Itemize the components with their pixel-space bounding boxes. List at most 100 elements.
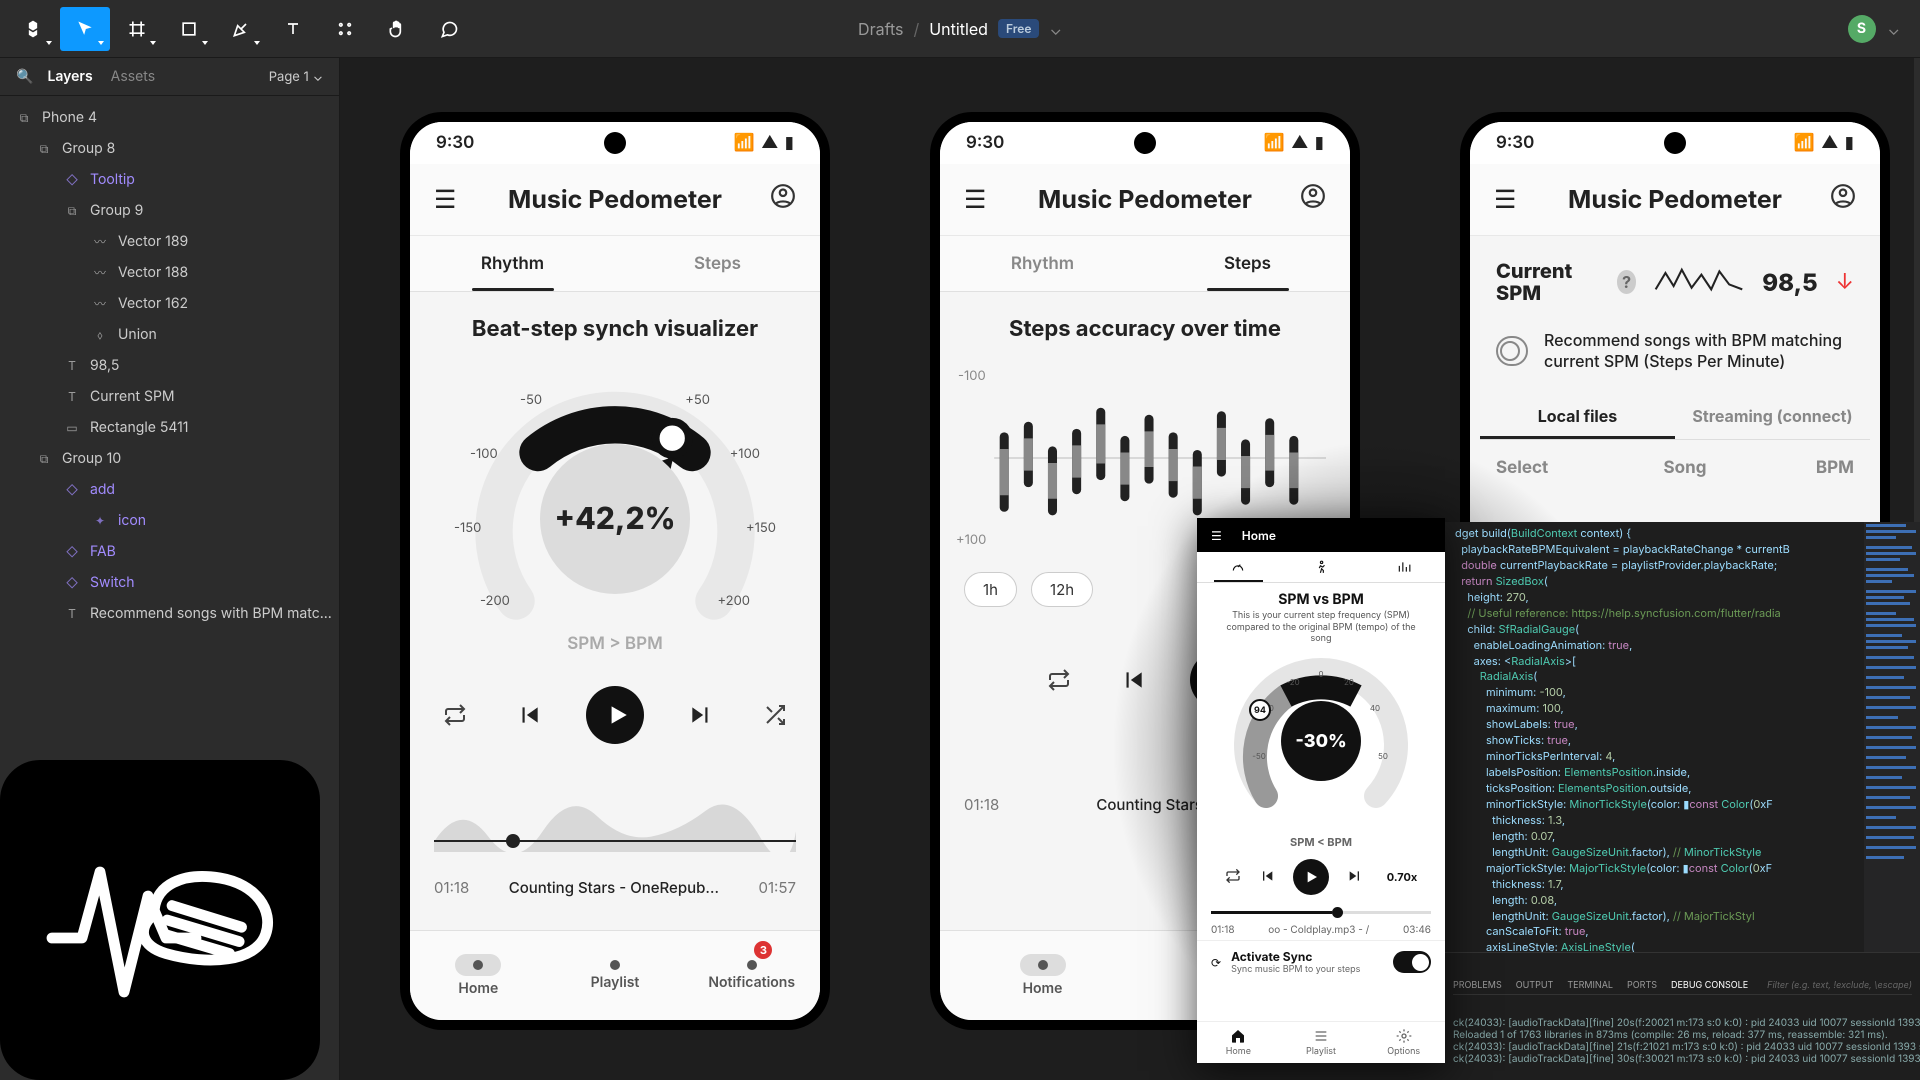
user-avatar[interactable]: S bbox=[1848, 15, 1876, 43]
menu-icon[interactable]: ☰ bbox=[1494, 185, 1516, 215]
section-title: Beat-step synch visualizer bbox=[434, 316, 796, 342]
seg-chart[interactable] bbox=[1362, 552, 1445, 582]
tab-rhythm[interactable]: Rhythm bbox=[410, 236, 615, 291]
nav-notifications[interactable]: 3Notifications bbox=[683, 931, 820, 1020]
next-track-button[interactable] bbox=[1347, 868, 1363, 887]
design-canvas[interactable]: 9:30📶▲▮ ☰ Music Pedometer Rhythm Steps B… bbox=[340, 58, 1920, 1080]
play-button[interactable] bbox=[586, 686, 644, 744]
layer-type-icon: 〰 bbox=[92, 265, 108, 281]
profile-icon[interactable] bbox=[1830, 183, 1856, 216]
layer-item[interactable]: ◇Tooltip bbox=[0, 164, 339, 195]
play-button[interactable] bbox=[1293, 859, 1329, 895]
chip-1h[interactable]: 1h bbox=[964, 572, 1017, 607]
layer-item[interactable]: ⬨Union bbox=[0, 319, 339, 350]
waveform[interactable] bbox=[434, 780, 796, 852]
frame-tool[interactable] bbox=[112, 7, 162, 51]
seek-bar[interactable] bbox=[1211, 911, 1431, 914]
page-selector[interactable]: Page 1 ⌄ bbox=[269, 69, 323, 85]
left-panel-tabs: 🔍 Layers Assets Page 1 ⌄ bbox=[0, 58, 339, 96]
chevron-down-icon[interactable]: ⌄ bbox=[1049, 19, 1062, 39]
nav-playlist[interactable]: Playlist bbox=[1280, 1022, 1363, 1063]
nav-options[interactable]: Options bbox=[1362, 1022, 1445, 1063]
search-icon[interactable]: 🔍 bbox=[16, 68, 33, 85]
help-icon[interactable]: ? bbox=[1617, 270, 1637, 294]
tab-steps[interactable]: Steps bbox=[1145, 236, 1350, 291]
layer-item[interactable]: TRecommend songs with BPM matc... bbox=[0, 598, 339, 629]
hand-tool[interactable] bbox=[372, 7, 422, 51]
code-editor[interactable]: dget build(BuildContext context) { playb… bbox=[1445, 522, 1875, 952]
chip-12h[interactable]: 12h bbox=[1031, 572, 1093, 607]
layer-type-icon: T bbox=[64, 358, 80, 374]
phone-frame-rhythm[interactable]: 9:30📶▲▮ ☰ Music Pedometer Rhythm Steps B… bbox=[400, 112, 830, 1030]
layer-type-icon: ⧉ bbox=[16, 110, 32, 126]
repeat-button[interactable] bbox=[438, 698, 472, 732]
layer-item[interactable]: ⧉Group 9 bbox=[0, 195, 339, 226]
seek-handle[interactable] bbox=[1332, 907, 1343, 918]
menu-icon[interactable]: ☰ bbox=[964, 185, 986, 215]
layer-item[interactable]: T98,5 bbox=[0, 350, 339, 381]
layer-item[interactable]: ◇Switch bbox=[0, 567, 339, 598]
tab-rhythm[interactable]: Rhythm bbox=[940, 236, 1145, 291]
top-toolbar: Drafts / Untitled Free ⌄ S ⌄ bbox=[0, 0, 1920, 58]
profile-icon[interactable] bbox=[770, 183, 796, 216]
repeat-button[interactable] bbox=[1225, 868, 1241, 887]
move-tool[interactable] bbox=[60, 7, 110, 51]
console-filter[interactable]: Filter (e.g. text, !exclude, \escape) bbox=[1767, 980, 1912, 991]
nav-home[interactable]: Home bbox=[940, 931, 1145, 1020]
nav-home[interactable]: Home bbox=[410, 931, 547, 1020]
text-tool[interactable] bbox=[268, 7, 318, 51]
layer-item[interactable]: ⧉Group 8 bbox=[0, 133, 339, 164]
tab-steps[interactable]: Steps bbox=[615, 236, 820, 291]
plan-badge[interactable]: Free bbox=[998, 19, 1039, 38]
prev-track-button[interactable] bbox=[1259, 868, 1275, 887]
layer-item[interactable]: ◇add bbox=[0, 474, 339, 505]
layer-item[interactable]: 〰Vector 188 bbox=[0, 257, 339, 288]
tab-streaming[interactable]: Streaming (connect) bbox=[1675, 396, 1870, 439]
seek-bar[interactable] bbox=[434, 840, 796, 842]
layer-item[interactable]: ⧉Phone 4 bbox=[0, 102, 339, 133]
nav-playlist[interactable]: Playlist bbox=[547, 931, 684, 1020]
layer-type-icon: ⬨ bbox=[92, 327, 108, 343]
sync-switch[interactable] bbox=[1393, 951, 1431, 973]
layer-item[interactable]: TCurrent SPM bbox=[0, 381, 339, 412]
layer-item[interactable]: 〰Vector 189 bbox=[0, 226, 339, 257]
tab-local-files[interactable]: Local files bbox=[1480, 396, 1675, 439]
recommend-switch[interactable] bbox=[1496, 336, 1528, 366]
layer-item[interactable]: ▭Rectangle 5411 bbox=[0, 412, 339, 443]
shuffle-button[interactable] bbox=[758, 698, 792, 732]
comment-tool[interactable] bbox=[424, 7, 474, 51]
layer-item[interactable]: ◇FAB bbox=[0, 536, 339, 567]
prev-track-button[interactable] bbox=[512, 698, 546, 732]
main-menu-button[interactable] bbox=[8, 7, 58, 51]
running-app-preview: ☰Home SPM vs BPM This is your current st… bbox=[1197, 518, 1445, 1063]
live-gauge-value: -30% bbox=[1281, 701, 1361, 781]
menu-icon[interactable]: ☰ bbox=[1211, 528, 1222, 543]
file-name[interactable]: Untitled bbox=[929, 19, 988, 39]
layer-item[interactable]: ⧉Group 10 bbox=[0, 443, 339, 474]
nav-home[interactable]: Home bbox=[1197, 1022, 1280, 1063]
seg-gauge[interactable] bbox=[1197, 552, 1280, 582]
prev-track-button[interactable] bbox=[1116, 663, 1150, 697]
chevron-down-icon[interactable]: ⌄ bbox=[1888, 19, 1901, 39]
section-title: Steps accuracy over time bbox=[964, 316, 1326, 342]
pen-tool[interactable] bbox=[216, 7, 266, 51]
tab-layers[interactable]: Layers bbox=[47, 68, 92, 85]
code-minimap[interactable] bbox=[1864, 522, 1920, 952]
resources-tool[interactable] bbox=[320, 7, 370, 51]
playback-speed[interactable]: 0.70x bbox=[1387, 870, 1418, 884]
tab-assets[interactable]: Assets bbox=[111, 68, 155, 85]
seg-walk[interactable] bbox=[1280, 552, 1363, 582]
folder-name[interactable]: Drafts bbox=[858, 19, 903, 39]
shape-tool[interactable] bbox=[164, 7, 214, 51]
menu-icon[interactable]: ☰ bbox=[434, 185, 456, 215]
layer-item[interactable]: ✦icon bbox=[0, 505, 339, 536]
debug-console[interactable]: PROBLEMS OUTPUT TERMINAL PORTS DEBUG CON… bbox=[1445, 952, 1920, 1080]
layer-item[interactable]: 〰Vector 162 bbox=[0, 288, 339, 319]
svg-text:40: 40 bbox=[1370, 703, 1380, 713]
layer-type-icon: ◇ bbox=[64, 172, 80, 188]
next-track-button[interactable] bbox=[684, 698, 718, 732]
repeat-button[interactable] bbox=[1042, 663, 1076, 697]
layer-type-icon: ◇ bbox=[64, 482, 80, 498]
layer-type-icon: ⧉ bbox=[36, 451, 52, 467]
profile-icon[interactable] bbox=[1300, 183, 1326, 216]
